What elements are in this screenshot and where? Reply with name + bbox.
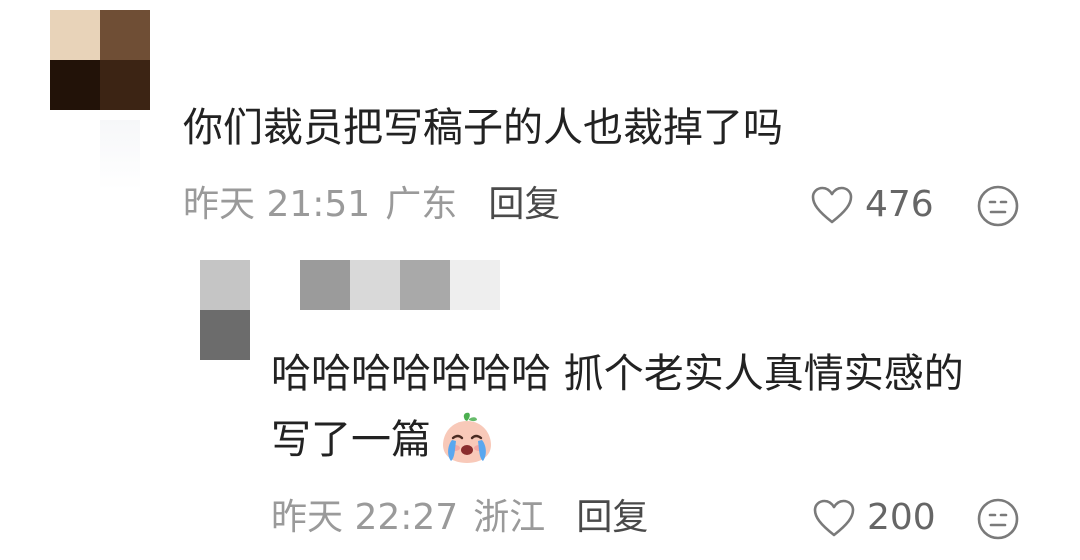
- avatar-pixel: [200, 260, 250, 310]
- comment-time: 昨天 21:51: [183, 184, 371, 225]
- reply-meta: 昨天 22:27 浙江 回复: [271, 496, 648, 540]
- heart-outline-icon: [811, 186, 853, 224]
- reply-text-line2-row: 写了一篇: [271, 412, 496, 468]
- comment-meta: 昨天 21:51 广东 回复: [183, 183, 560, 227]
- crying-peach-emoji: [443, 412, 492, 463]
- reply-like-count: 200: [867, 497, 936, 538]
- reply-item: 哈哈哈哈哈哈哈 抓个老实人真情实感的 写了一篇 昨天 22:27 浙江 回复 2…: [0, 240, 1080, 560]
- avatar-pixel: [50, 60, 100, 110]
- avatar-pixel: [100, 60, 150, 110]
- heart-outline-icon: [813, 499, 855, 537]
- reply-time: 昨天 22:27: [271, 497, 459, 538]
- comment-reply-button[interactable]: 回复: [488, 184, 560, 225]
- username-pixel: [350, 260, 400, 310]
- reply-username[interactable]: [300, 260, 500, 310]
- comment-text: 你们裁员把写稿子的人也裁掉了吗: [183, 105, 783, 151]
- reply-location: 浙江: [473, 497, 546, 538]
- blur-smudge: [100, 120, 140, 190]
- comment-location: 广东: [385, 184, 458, 225]
- neutral-face-icon[interactable]: [976, 184, 1020, 228]
- avatar-pixel: [200, 310, 250, 360]
- avatar-pixel: [100, 10, 150, 60]
- reply-like-button[interactable]: 200: [812, 496, 942, 540]
- reply-avatar[interactable]: [200, 260, 250, 360]
- comment-item: 你们裁员把写稿子的人也裁掉了吗 昨天 21:51 广东 回复 476: [0, 0, 1080, 240]
- reply-text-line2: 写了一篇: [271, 417, 431, 463]
- comment-like-count: 476: [865, 184, 934, 225]
- username-pixel: [400, 260, 450, 310]
- reply-reply-button[interactable]: 回复: [576, 497, 648, 538]
- username-pixel: [450, 260, 500, 310]
- reply-text-line1: 哈哈哈哈哈哈哈 抓个老实人真情实感的: [271, 351, 964, 397]
- comment-avatar[interactable]: [50, 10, 150, 110]
- comment-like-button[interactable]: 476: [810, 183, 940, 227]
- username-pixel: [300, 260, 350, 310]
- neutral-face-icon[interactable]: [976, 497, 1020, 541]
- avatar-pixel: [50, 10, 100, 60]
